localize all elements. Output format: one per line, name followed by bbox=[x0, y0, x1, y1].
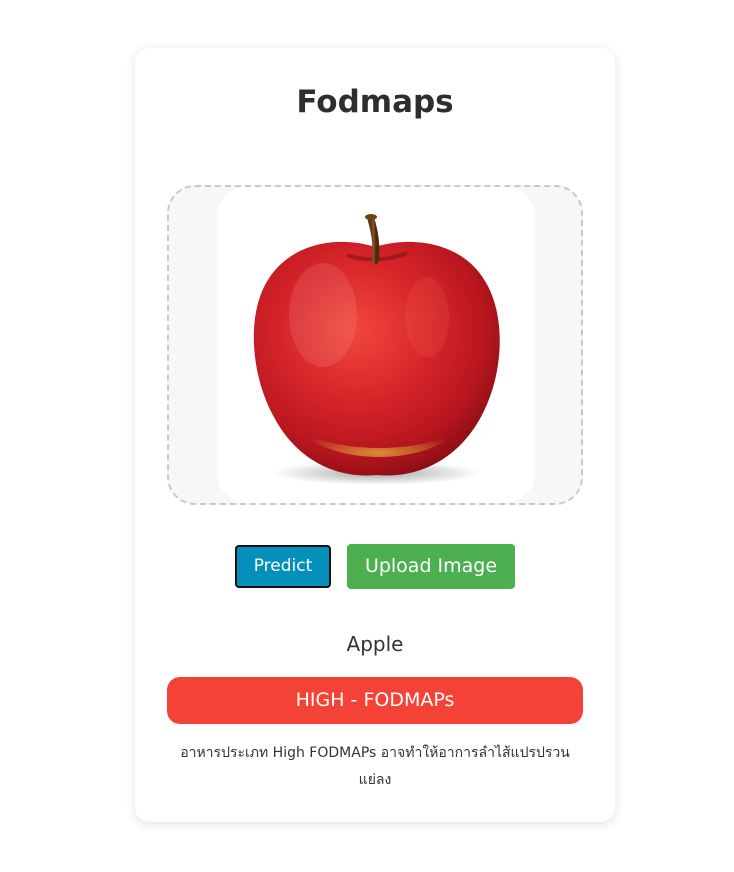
predictor-card: Fodmaps Predict Upload Image Apple HIGH … bbox=[135, 48, 615, 822]
image-dropzone[interactable] bbox=[167, 185, 583, 505]
image-preview bbox=[217, 187, 535, 503]
upload-image-button[interactable]: Upload Image bbox=[347, 544, 515, 589]
result-description: อาหารประเภท High FODMAPs อาจทำให้อาการลำ… bbox=[180, 745, 570, 788]
apple-image bbox=[253, 214, 500, 485]
action-buttons: Predict Upload Image bbox=[135, 544, 615, 589]
fodmap-level-badge: HIGH - FODMAPs bbox=[167, 677, 583, 724]
predicted-food-name: Apple bbox=[346, 632, 404, 656]
page-title: Fodmaps bbox=[296, 84, 454, 120]
predict-button[interactable]: Predict bbox=[235, 545, 331, 588]
